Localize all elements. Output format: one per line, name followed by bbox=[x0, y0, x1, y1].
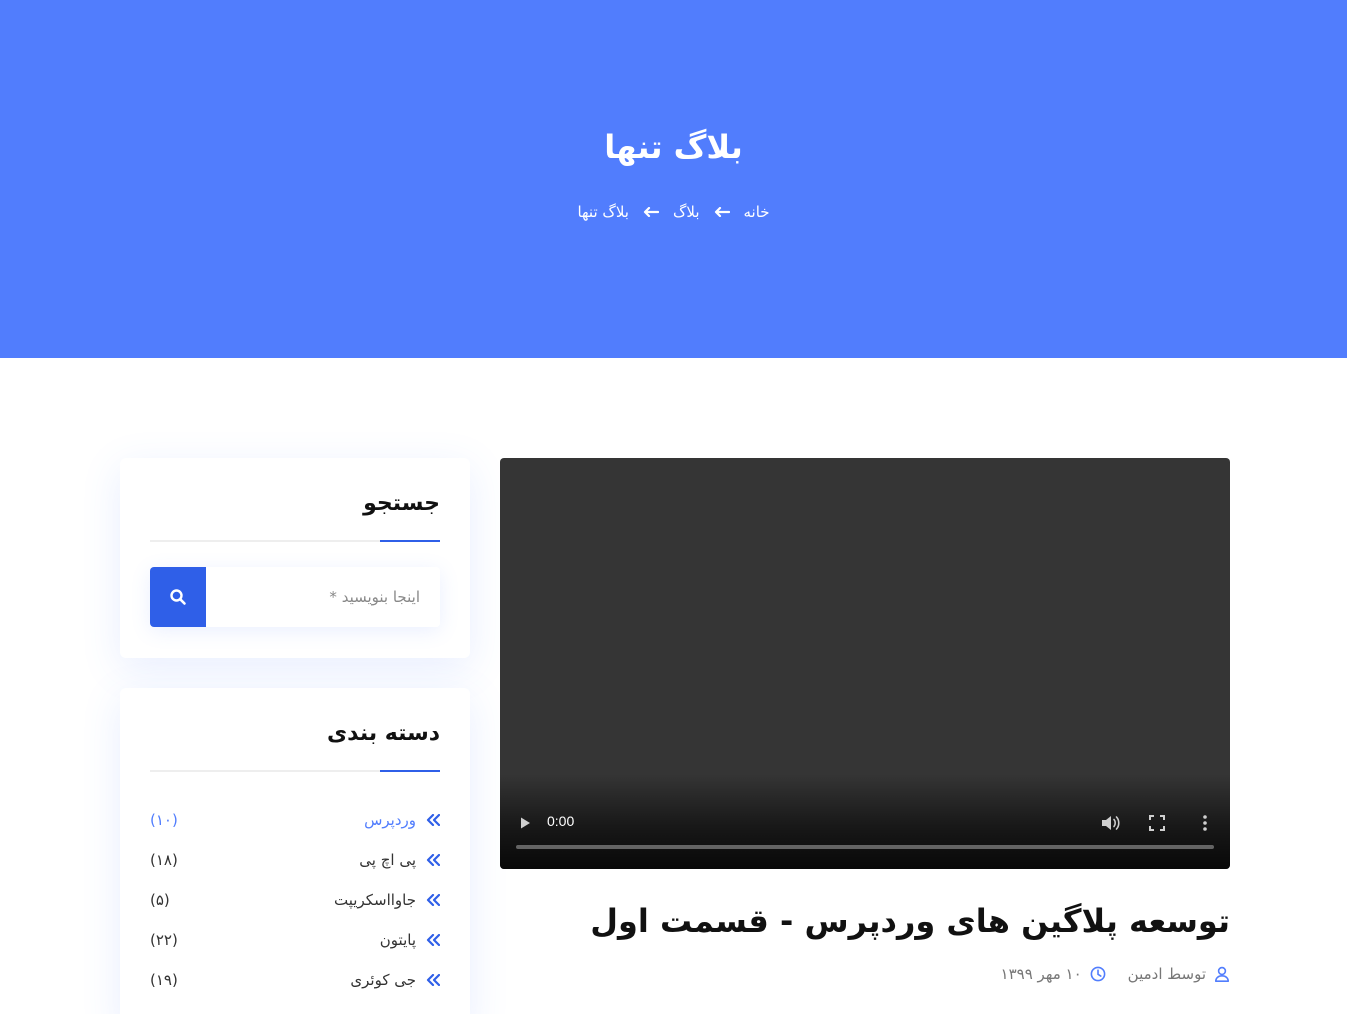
category-item-jquery[interactable]: جی کوئری (۱۹) bbox=[150, 960, 440, 1000]
categories-widget: دسته بندی وردپرس (۱۰) پی اچ پی (۱۸) جاوا… bbox=[120, 688, 470, 1014]
category-count: (۵) bbox=[150, 891, 170, 909]
search-input[interactable] bbox=[206, 567, 440, 627]
search-form bbox=[150, 567, 440, 627]
breadcrumb-current: بلاگ تنها bbox=[577, 203, 629, 221]
search-widget-title: جستجو bbox=[363, 491, 440, 516]
clock-icon bbox=[1090, 966, 1106, 982]
category-label[interactable]: وردپرس bbox=[364, 811, 416, 829]
categories-widget-title: دسته بندی bbox=[326, 721, 440, 746]
user-icon bbox=[1215, 966, 1229, 982]
category-count: (۲۲) bbox=[150, 931, 178, 949]
video-player[interactable]: 0:00 bbox=[500, 458, 1230, 869]
post-author-label[interactable]: توسط ادمین bbox=[1128, 965, 1206, 983]
category-label[interactable]: پایتون bbox=[380, 931, 416, 949]
category-list: وردپرس (۱۰) پی اچ پی (۱۸) جاوااسکریپت (۵… bbox=[150, 800, 440, 1000]
video-progress-bar[interactable] bbox=[516, 845, 1214, 849]
breadcrumb-blog[interactable]: بلاگ bbox=[673, 203, 700, 221]
post-date: ۱۰ مهر ۱۳۹۹ bbox=[1001, 965, 1106, 983]
double-chevron-left-icon bbox=[426, 854, 440, 866]
double-chevron-left-icon bbox=[426, 934, 440, 946]
more-options-icon[interactable] bbox=[1202, 814, 1208, 832]
post-author: توسط ادمین bbox=[1128, 965, 1230, 983]
category-item-wordpress[interactable]: وردپرس (۱۰) bbox=[150, 800, 440, 840]
category-item-javascript[interactable]: جاوااسکریپت (۵) bbox=[150, 880, 440, 920]
fullscreen-icon[interactable] bbox=[1149, 815, 1165, 831]
breadcrumb-home[interactable]: خانه bbox=[744, 203, 770, 221]
category-label[interactable]: جاوااسکریپت bbox=[334, 891, 416, 909]
widget-divider bbox=[150, 540, 440, 542]
sidebar: جستجو دسته بندی وردپرس (۱۰) پی اچ پی bbox=[120, 458, 470, 1014]
post-date-label: ۱۰ مهر ۱۳۹۹ bbox=[1000, 965, 1082, 983]
category-count: (۱۰) bbox=[150, 811, 178, 829]
category-count: (۱۸) bbox=[150, 851, 178, 869]
category-item-php[interactable]: پی اچ پی (۱۸) bbox=[150, 840, 440, 880]
category-item-python[interactable]: پایتون (۲۲) bbox=[150, 920, 440, 960]
video-controls: 0:00 bbox=[500, 774, 1230, 869]
widget-divider bbox=[150, 770, 440, 772]
category-label[interactable]: پی اچ پی bbox=[359, 851, 416, 869]
post-meta: توسط ادمین ۱۰ مهر ۱۳۹۹ bbox=[500, 965, 1230, 983]
post-content: 0:00 توسعه پلاگین های وردپرس - قسمت اول … bbox=[500, 458, 1230, 983]
video-time: 0:00 bbox=[547, 813, 575, 829]
double-chevron-left-icon bbox=[426, 894, 440, 906]
play-icon[interactable] bbox=[518, 816, 532, 830]
page-hero: بلاگ تنها خانه بلاگ بلاگ تنها bbox=[0, 0, 1347, 358]
arrow-left-icon bbox=[714, 207, 730, 217]
double-chevron-left-icon bbox=[426, 974, 440, 986]
breadcrumb: خانه بلاگ بلاگ تنها bbox=[0, 203, 1347, 221]
page-title: بلاگ تنها bbox=[604, 128, 743, 166]
category-count: (۱۹) bbox=[150, 971, 178, 989]
arrow-left-icon bbox=[643, 207, 659, 217]
post-title[interactable]: توسعه پلاگین های وردپرس - قسمت اول bbox=[500, 901, 1230, 941]
search-icon bbox=[170, 589, 186, 605]
search-widget: جستجو bbox=[120, 458, 470, 658]
double-chevron-left-icon bbox=[426, 814, 440, 826]
volume-icon[interactable] bbox=[1100, 814, 1120, 832]
category-label[interactable]: جی کوئری bbox=[350, 971, 416, 989]
search-button[interactable] bbox=[150, 567, 206, 627]
